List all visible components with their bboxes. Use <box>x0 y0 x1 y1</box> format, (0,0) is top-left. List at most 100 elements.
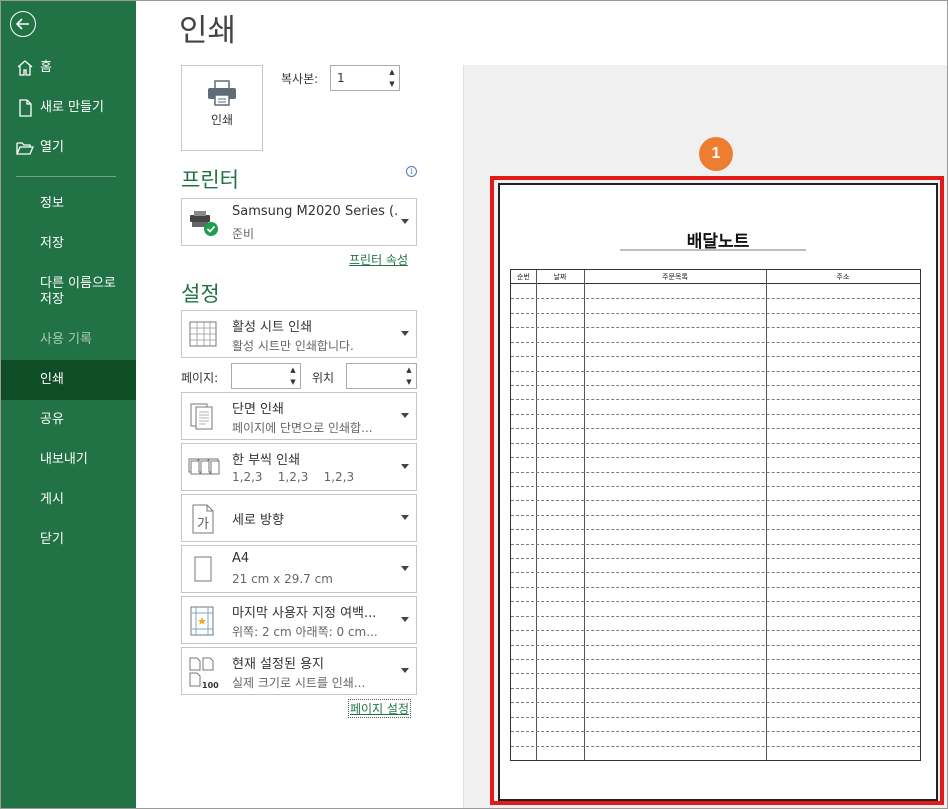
stepper-arrows-icon[interactable]: ▲ ▼ <box>385 66 399 90</box>
preview-table: 순번 날짜 주문목록 주소 <box>510 269 921 761</box>
scaling-icon-text: 100 <box>202 681 219 690</box>
table-row-line <box>511 327 920 329</box>
printer-ready-icon <box>188 207 218 237</box>
table-row-line <box>511 615 920 617</box>
print-button-label: 인쇄 <box>210 113 234 127</box>
collate-dropdown[interactable]: 한 부씩 인쇄 1,2,3 1,2,3 1,2,3 <box>181 443 417 491</box>
sidebar-item-label: 닫기 <box>40 532 64 547</box>
sidebar-item-label: 정보 <box>40 196 64 211</box>
printer-dropdown[interactable]: Samsung M2020 Series (... 준비 <box>181 198 417 246</box>
sidebar-item-open[interactable]: 열기 <box>0 128 136 168</box>
chevron-down-icon <box>401 515 409 520</box>
sidebar-item-label: 공유 <box>40 412 64 427</box>
table-header-cell: 주문목록 <box>662 273 688 281</box>
table-row-line <box>511 673 920 675</box>
info-icon[interactable]: i <box>406 166 417 177</box>
table-row-line <box>511 644 920 646</box>
chevron-down-icon <box>401 413 409 418</box>
no-scaling-icon: 100 <box>188 656 219 690</box>
table-row-line <box>511 399 920 401</box>
sides-subtitle: 페이지에 단면으로 인쇄합... <box>232 421 373 435</box>
chevron-down-icon <box>401 464 409 469</box>
sidebar-item-label: 홈 <box>40 60 52 75</box>
table-row-line <box>511 731 920 733</box>
sheet-grid-icon <box>188 319 218 349</box>
print-scope-dropdown[interactable]: 활성 시트 인쇄 활성 시트만 인쇄합니다. <box>181 310 417 358</box>
print-button[interactable]: 인쇄 <box>181 65 263 151</box>
margins-subtitle: 위쪽: 2 cm 아래쪽: 0 cm... <box>232 625 378 639</box>
collated-pages-icon <box>188 452 220 482</box>
paper-size-dropdown[interactable]: A4 21 cm x 29.7 cm <box>181 545 417 593</box>
position-label: 위치 <box>312 371 335 385</box>
pages-from-stepper[interactable]: ▲ ▼ <box>231 363 301 389</box>
print-scope-subtitle: 활성 시트만 인쇄합니다. <box>232 339 354 353</box>
sidebar-item-label: 새로 만들기 <box>40 100 104 115</box>
sidebar-item-label: 인쇄 <box>40 372 64 387</box>
table-row-line <box>511 687 920 689</box>
sidebar-item-save[interactable]: 저장 <box>0 224 136 264</box>
page-setup-link[interactable]: 페이지 설정 <box>348 699 412 718</box>
paper-size-icon <box>188 554 218 584</box>
page-title: 인쇄 <box>179 13 237 49</box>
copies-stepper[interactable]: 1 ▲ ▼ <box>330 65 400 91</box>
table-row-line <box>511 356 920 358</box>
sidebar-item-info[interactable]: 정보 <box>0 184 136 224</box>
sidebar-item-save-as[interactable]: 다른 이름으로 저장 <box>0 272 136 312</box>
table-header-row: 순번 날짜 주문목록 주소 <box>511 270 920 284</box>
table-row-line <box>511 298 920 300</box>
sides-dropdown[interactable]: 단면 인쇄 페이지에 단면으로 인쇄합... <box>181 392 417 440</box>
table-row-line <box>511 572 920 574</box>
table-row-line <box>511 514 920 516</box>
sidebar-item-home[interactable]: 홈 <box>0 48 136 88</box>
table-row-line <box>511 428 920 430</box>
sidebar-item-label: 열기 <box>40 140 64 155</box>
print-scope-title: 활성 시트 인쇄 <box>232 320 313 335</box>
sidebar-item-publish[interactable]: 게시 <box>0 480 136 520</box>
chevron-down-icon <box>401 617 409 622</box>
table-row-line <box>511 500 920 502</box>
chevron-down-icon <box>401 219 409 224</box>
collate-title: 한 부씩 인쇄 <box>232 453 301 468</box>
sidebar-item-export[interactable]: 내보내기 <box>0 440 136 480</box>
backstage-sidebar: 홈 새로 만들기 열기 정보 저장 다른 이름으로 저장 사용 기록 인쇄 공유 … <box>0 0 136 809</box>
save-as-label-line2: 저장 <box>40 292 64 307</box>
printer-status: 준비 <box>232 227 255 241</box>
table-row-line <box>511 529 920 531</box>
sidebar-item-label: 내보내기 <box>40 452 88 467</box>
orientation-dropdown[interactable]: 가 세로 방향 <box>181 494 417 542</box>
custom-margins-icon <box>188 605 218 636</box>
scaling-title: 현재 설정된 용지 <box>232 657 324 672</box>
one-sided-page-icon <box>188 401 218 431</box>
stepper-arrows-icon[interactable]: ▲ ▼ <box>286 364 300 388</box>
table-row-line <box>511 370 920 372</box>
table-header-cell: 주소 <box>836 273 850 281</box>
sidebar-item-label: 다른 이름으로 저장 <box>40 276 116 308</box>
table-row-line <box>511 457 920 459</box>
table-row-line <box>511 442 920 444</box>
table-row-line <box>511 745 920 747</box>
sidebar-item-close[interactable]: 닫기 <box>0 520 136 560</box>
printer-properties-link[interactable]: 프린터 속성 <box>349 251 408 268</box>
back-arrow-icon[interactable] <box>10 11 36 37</box>
sidebar-item-share[interactable]: 공유 <box>0 400 136 440</box>
folder-open-icon <box>16 139 34 157</box>
sidebar-item-new[interactable]: 새로 만들기 <box>0 88 136 128</box>
printer-icon <box>208 80 236 106</box>
table-row-line <box>511 471 920 473</box>
table-row-line <box>511 384 920 386</box>
chevron-down-icon <box>401 668 409 673</box>
scaling-dropdown[interactable]: 100 현재 설정된 용지 실제 크기로 시트를 인쇄... <box>181 647 417 695</box>
table-row-line <box>511 702 920 704</box>
table-row-line <box>511 586 920 588</box>
stepper-arrows-icon[interactable]: ▲ ▼ <box>402 364 416 388</box>
pages-to-stepper[interactable]: ▲ ▼ <box>346 363 417 389</box>
margins-dropdown[interactable]: 마지막 사용자 지정 여백... 위쪽: 2 cm 아래쪽: 0 cm... <box>181 596 417 644</box>
sidebar-item-label: 게시 <box>40 492 64 507</box>
step-badge: 1 <box>699 137 733 171</box>
sidebar-item-print[interactable]: 인쇄 <box>0 360 136 400</box>
scaling-subtitle: 실제 크기로 시트를 인쇄... <box>232 676 366 690</box>
table-row-line <box>511 558 920 560</box>
copies-label: 복사본: <box>281 72 319 86</box>
chevron-down-icon <box>401 566 409 571</box>
paper-size-subtitle: 21 cm x 29.7 cm <box>232 572 333 586</box>
